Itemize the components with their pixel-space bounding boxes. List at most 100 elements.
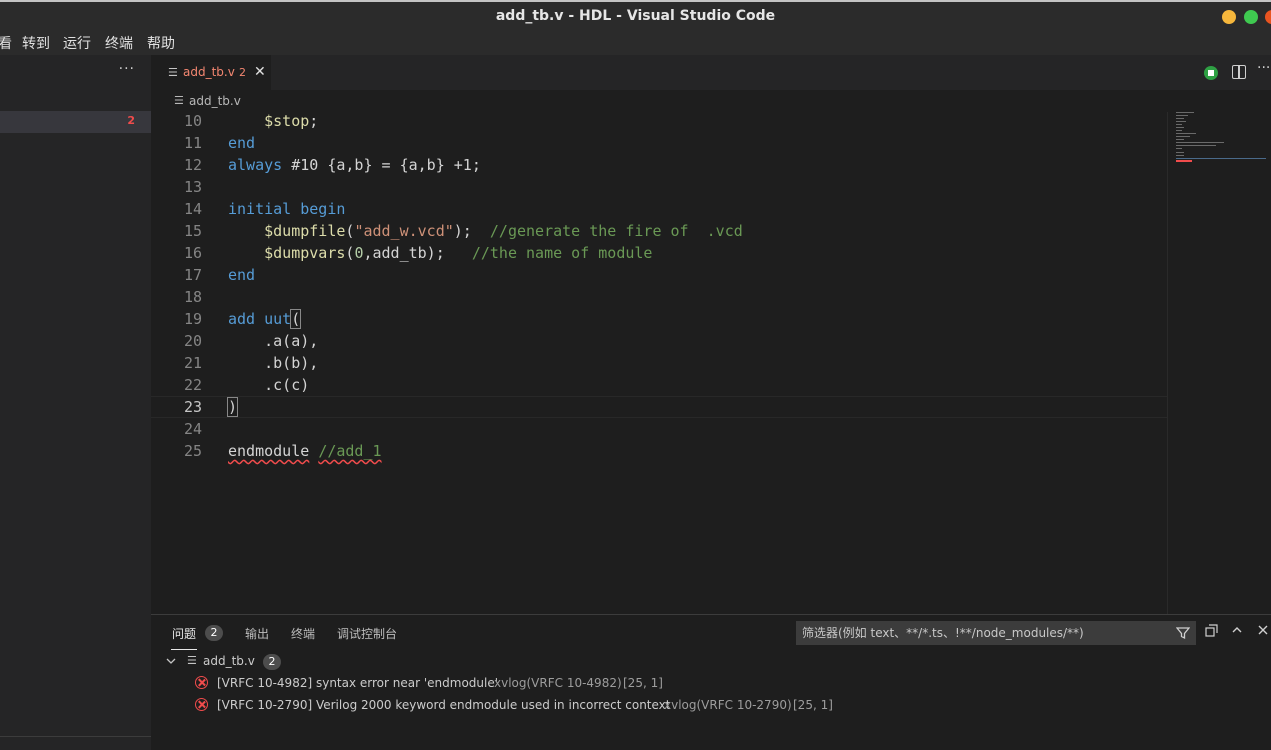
minimap-line: [1176, 155, 1184, 156]
chevron-down-icon[interactable]: [165, 650, 177, 674]
code-editor[interactable]: 10 $stop; 11 end 12 always #10 {a,b} = {a,b}…: [151, 112, 1167, 614]
code-text: always #10 {a,b} = {a,b} +1;: [228, 154, 481, 176]
menu-help[interactable]: 帮助: [147, 33, 175, 53]
menu-goto[interactable]: 转到: [22, 33, 50, 53]
tab-output[interactable]: 输出: [245, 625, 269, 642]
code-line[interactable]: 23): [151, 396, 1167, 418]
code-text: $dumpvars(0,add_tb); //the name of modul…: [228, 242, 652, 264]
file-lines-icon: ☰: [187, 654, 197, 667]
minimap-line: [1176, 121, 1186, 122]
problems-filter-input[interactable]: 筛选器(例如 text、**/*.ts、!**/node_modules/**): [796, 621, 1196, 645]
code-token: (: [290, 309, 302, 329]
maximize-panel-icon[interactable]: [1231, 624, 1243, 640]
code-token: ): [226, 397, 239, 417]
code-line[interactable]: 16 $dumpvars(0,add_tb); //the name of mo…: [151, 242, 1167, 264]
line-number: 16: [183, 244, 202, 262]
code-line[interactable]: 10 $stop;: [151, 112, 1167, 132]
code-line[interactable]: 13: [151, 176, 1167, 198]
tab-problems[interactable]: 问题: [172, 625, 196, 642]
menu-terminal[interactable]: 终端: [105, 33, 133, 53]
code-token: "add_w.vcd": [354, 222, 454, 240]
code-token: );: [453, 222, 490, 240]
code-line[interactable]: 12 always #10 {a,b} = {a,b} +1;: [151, 154, 1167, 176]
split-editor-icon[interactable]: [1232, 65, 1246, 79]
code-token: initial begin: [228, 200, 346, 218]
problem-file-name: add_tb.v: [203, 654, 255, 668]
minimap-line: [1176, 142, 1224, 143]
code-line[interactable]: 18: [151, 286, 1167, 308]
line-number: 23: [183, 398, 202, 416]
line-number: 12: [183, 156, 202, 174]
code-line[interactable]: 20 .a(a),: [151, 330, 1167, 352]
problem-file-row[interactable]: ☰ add_tb.v 2: [165, 650, 1265, 672]
code-line[interactable]: 14 initial begin: [151, 198, 1167, 220]
code-text: .b(b),: [228, 352, 318, 374]
tab-label: add_tb.v: [183, 65, 235, 79]
code-line[interactable]: 11 end: [151, 132, 1167, 154]
code-line[interactable]: 21 .b(b),: [151, 352, 1167, 374]
tab-add-tb[interactable]: ☰ add_tb.v 2 ✕: [151, 55, 271, 90]
problems-panel: 问题 2 输出 终端 调试控制台 筛选器(例如 text、**/*.ts、!**…: [151, 614, 1271, 750]
minimap-line: [1176, 158, 1266, 159]
minimap-line: [1176, 130, 1182, 131]
more-actions-icon[interactable]: ···: [1257, 60, 1270, 76]
line-number: 17: [183, 266, 202, 284]
code-text: ): [226, 396, 239, 418]
minimap[interactable]: [1167, 112, 1271, 614]
line-number: 25: [183, 442, 202, 460]
line-number: 11: [183, 134, 202, 152]
tab-debug-console[interactable]: 调试控制台: [337, 625, 397, 642]
breadcrumb-file[interactable]: add_tb.v: [189, 94, 241, 108]
line-number: 21: [183, 354, 202, 372]
code-line[interactable]: 24: [151, 418, 1167, 440]
code-text: .c(c): [228, 374, 309, 396]
sidebar: ··· 2: [0, 55, 151, 750]
filter-icon[interactable]: [1175, 621, 1191, 648]
code-text: .a(a),: [228, 330, 318, 352]
problem-position: [25, 1]: [793, 698, 833, 712]
menu-view[interactable]: 看: [0, 33, 12, 53]
line-number: 19: [183, 310, 202, 328]
minimize-button[interactable]: [1222, 10, 1236, 24]
menu-bar: 看 转到 运行 终端 帮助: [0, 30, 1271, 55]
code-line[interactable]: 25 endmodule //add_1: [151, 440, 1167, 462]
minimap-error-marker: [1176, 160, 1192, 162]
close-icon[interactable]: ✕: [254, 55, 266, 90]
sidebar-error-badge: 2: [127, 114, 135, 127]
line-number: 20: [183, 332, 202, 350]
minimap-line: [1176, 115, 1188, 116]
minimap-line: [1176, 136, 1190, 137]
code-line[interactable]: 17 end: [151, 264, 1167, 286]
extension-status-icon[interactable]: [1204, 66, 1218, 80]
close-panel-icon[interactable]: [1257, 624, 1269, 640]
line-number: 13: [183, 178, 202, 196]
maximize-button[interactable]: [1244, 10, 1258, 24]
error-icon: [195, 698, 208, 711]
minimap-line: [1176, 127, 1184, 128]
line-number: 24: [183, 420, 202, 438]
code-text: endmodule //add_1: [228, 440, 382, 462]
tab-error-count: 2: [239, 66, 246, 79]
title-bar: add_tb.v - HDL - Visual Studio Code: [0, 0, 1271, 30]
tab-terminal[interactable]: 终端: [291, 625, 315, 642]
file-lines-icon: ☰: [174, 94, 184, 107]
menu-run[interactable]: 运行: [63, 33, 91, 53]
collapse-all-icon[interactable]: [1205, 624, 1218, 641]
code-token: $dumpfile: [264, 222, 346, 240]
sidebar-selected-file[interactable]: 2: [0, 111, 151, 133]
code-line[interactable]: 19 add uut(: [151, 308, 1167, 330]
code-text: $stop;: [228, 112, 318, 132]
filter-placeholder: 筛选器(例如 text、**/*.ts、!**/node_modules/**): [802, 626, 1084, 640]
close-window-button[interactable]: [1265, 10, 1271, 24]
more-actions-icon[interactable]: ···: [119, 61, 135, 77]
minimap-line: [1176, 112, 1194, 113]
line-number: 22: [183, 376, 202, 394]
code-line[interactable]: 22 .c(c): [151, 374, 1167, 396]
code-token: $dumpvars: [264, 244, 346, 262]
code-text: end: [228, 264, 255, 286]
code-line[interactable]: 15 $dumpfile("add_w.vcd"); //generate th…: [151, 220, 1167, 242]
file-lines-icon: ☰: [168, 66, 178, 79]
problems-count-badge: 2: [205, 625, 223, 641]
